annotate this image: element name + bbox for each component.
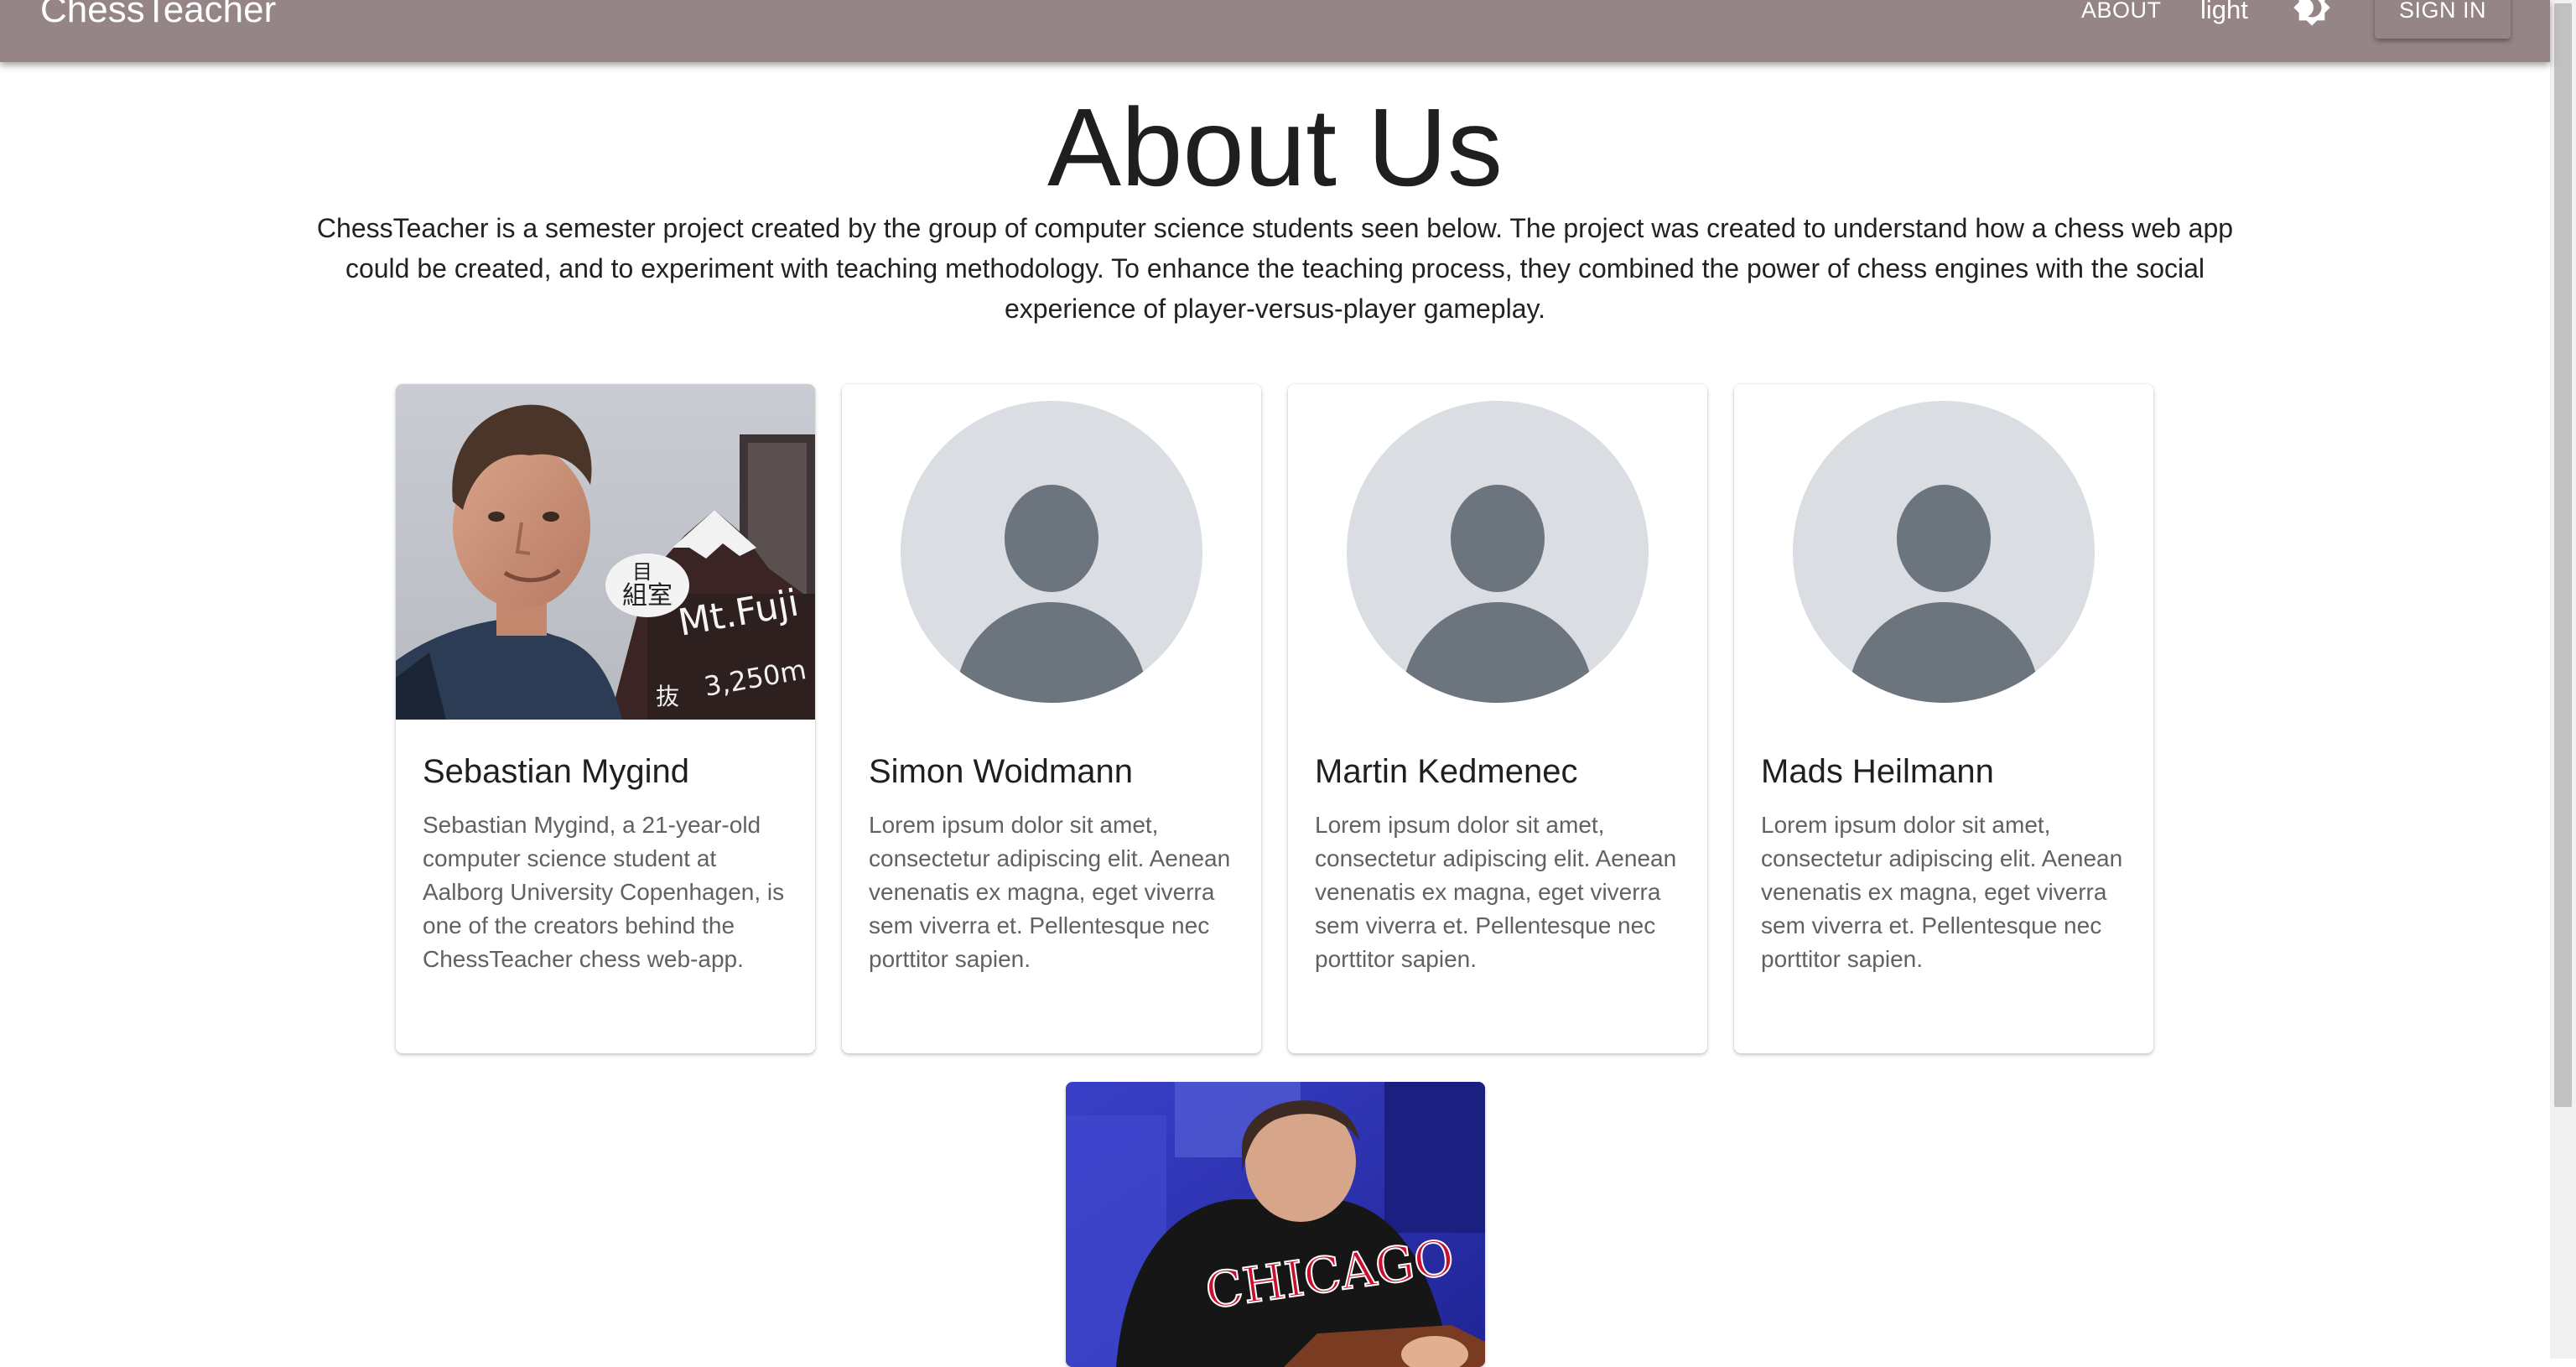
guitarist-photo: CHICAGO [1066,1082,1485,1367]
card-name: Simon Woidmann [869,753,1133,790]
card-bio: Lorem ipsum dolor sit amet, consectetur … [869,812,1231,972]
sign-in-label: SIGN IN [2398,0,2486,23]
avatar-placeholder-icon [842,384,1261,720]
svg-text:抜: 抜 [656,683,679,710]
theme-label: light [2200,0,2248,24]
brand-logo[interactable]: ChessTeacher [40,0,276,34]
intro-paragraph: ChessTeacher is a semester project creat… [316,213,2234,324]
card-bio: Lorem ipsum dolor sit amet, consectetur … [1761,812,2123,972]
team-card-simon: Simon Woidmann Lorem ipsum dolor sit ame… [842,384,1261,1053]
scrollbar-thumb[interactable] [2554,3,2572,1107]
sebastian-photo: 目 組室 Mt.Fuji 3,250m 抜 [396,384,815,720]
avatar-placeholder-icon [1288,384,1707,720]
page-title: About Us [1047,86,1503,209]
card-name: Martin Kedmenec [1315,753,1578,790]
nav-about-link[interactable]: ABOUT [2081,0,2162,25]
sign-in-button[interactable]: SIGN IN [2375,0,2511,39]
page-scrollbar[interactable] [2550,0,2576,1359]
avatar-placeholder-icon [1734,384,2153,720]
brightness-icon[interactable] [2293,0,2331,27]
card-bio: Lorem ipsum dolor sit amet, consectetur … [1315,812,1677,972]
team-card-fifth: CHICAGO [1066,1082,1485,1367]
team-card-sebastian: 目 組室 Mt.Fuji 3,250m 抜 Sebastian Mygind S… [396,384,815,1053]
team-card-mads: Mads Heilmann Lorem ipsum dolor sit amet… [1734,384,2153,1053]
svg-text:組室: 組室 [622,581,673,611]
team-card-martin: Martin Kedmenec Lorem ipsum dolor sit am… [1288,384,1707,1053]
app-bar: ChessTeacher ABOUT light SIGN IN [0,0,2550,62]
card-bio: Sebastian Mygind, a 21-year-old computer… [423,812,785,972]
card-name: Mads Heilmann [1761,753,1994,790]
card-name: Sebastian Mygind [423,753,689,790]
svg-text:目: 目 [632,560,652,584]
